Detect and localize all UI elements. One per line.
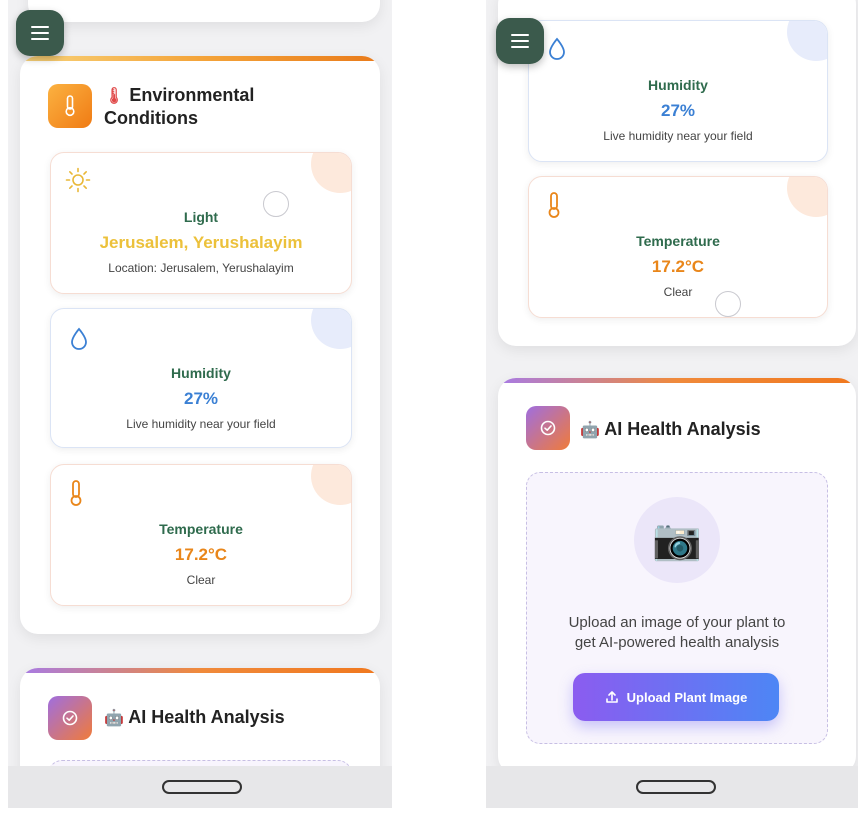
humidity-sub: Live humidity near your field bbox=[126, 417, 276, 431]
temperature-card: Temperature 17.2°C Clear bbox=[528, 176, 828, 318]
thermometer-icon bbox=[70, 480, 82, 506]
ai-tile bbox=[526, 406, 570, 450]
humidity-card: Humidity 27% Live humidity near your fie… bbox=[50, 308, 352, 448]
temperature-label: Temperature bbox=[159, 521, 243, 537]
upload-zone[interactable]: 📷 Upload an image of your plant to get A… bbox=[526, 472, 828, 744]
thermometer-icon bbox=[65, 95, 75, 117]
humidity-label: Humidity bbox=[171, 365, 231, 381]
panel-title-line1: Environmental bbox=[129, 85, 255, 105]
droplet-icon bbox=[71, 327, 87, 350]
temperature-value: 17.2°C bbox=[651, 257, 705, 276]
environmental-conditions-panel: 🌡 Environmental Conditions Light Jerusal… bbox=[20, 56, 380, 634]
home-indicator[interactable] bbox=[162, 780, 242, 794]
robot-emoji: 🤖 bbox=[580, 420, 600, 439]
light-sub: Location: Jerusalem, Yerushalayim bbox=[108, 261, 294, 275]
environmental-conditions-panel: Humidity 27% Live humidity near your fie… bbox=[498, 0, 856, 346]
temperature-sub: Clear bbox=[663, 285, 693, 299]
camera-circle: 📷 bbox=[634, 497, 720, 583]
menu-icon bbox=[511, 34, 529, 48]
card-corner-decoration bbox=[311, 465, 351, 505]
upload-plant-image-button[interactable]: Upload Plant Image bbox=[573, 673, 779, 721]
upload-text-line2: get AI-powered health analysis bbox=[574, 634, 780, 651]
card-corner-decoration bbox=[311, 309, 351, 349]
robot-emoji: 🤖 bbox=[104, 708, 124, 727]
temperature-value: 17.2°C bbox=[174, 545, 228, 564]
temperature-sub: Clear bbox=[186, 573, 216, 587]
humidity-label: Humidity bbox=[648, 77, 708, 93]
menu-button[interactable] bbox=[496, 18, 544, 64]
thermometer-icon bbox=[548, 192, 560, 218]
ai-panel-title-text: AI Health Analysis bbox=[128, 707, 285, 727]
humidity-sub: Live humidity near your field bbox=[603, 129, 753, 143]
right-phone-screen: Humidity 27% Live humidity near your fie… bbox=[486, 0, 858, 808]
ai-tile bbox=[48, 696, 92, 740]
menu-icon bbox=[31, 26, 49, 40]
upload-instructions: Upload an image of your plant to get AI-… bbox=[527, 613, 827, 653]
light-label: Light bbox=[183, 209, 219, 225]
previous-card-remnant bbox=[28, 0, 380, 22]
panel-accent-bar bbox=[20, 668, 380, 673]
light-card: Light Jerusalem, Yerushalayim Location: … bbox=[50, 152, 352, 294]
ripple-indicator bbox=[715, 291, 741, 317]
check-circle-icon bbox=[540, 420, 556, 436]
humidity-value: 27% bbox=[660, 101, 696, 120]
temperature-card: Temperature 17.2°C Clear bbox=[50, 464, 352, 606]
humidity-card: Humidity 27% Live humidity near your fie… bbox=[528, 20, 828, 162]
ai-panel-title: 🤖 AI Health Analysis bbox=[580, 418, 840, 441]
ai-health-panel: 🤖 AI Health Analysis 📷 Upload an image o… bbox=[498, 378, 856, 774]
menu-button[interactable] bbox=[16, 10, 64, 56]
panel-title: 🌡 Environmental Conditions bbox=[104, 84, 304, 130]
panel-accent-bar bbox=[20, 56, 380, 61]
left-phone-screen: 🌡 Environmental Conditions Light Jerusal… bbox=[8, 0, 392, 808]
temperature-label: Temperature bbox=[636, 233, 720, 249]
humidity-value: 27% bbox=[183, 389, 219, 408]
card-corner-decoration bbox=[311, 153, 351, 193]
ai-panel-title-text: AI Health Analysis bbox=[604, 419, 761, 439]
ai-panel-title: 🤖 AI Health Analysis bbox=[104, 706, 364, 729]
sun-icon bbox=[65, 167, 91, 193]
thermometer-tile bbox=[48, 84, 92, 128]
upload-icon bbox=[605, 691, 618, 703]
camera-icon: 📷 bbox=[652, 517, 702, 563]
panel-accent-bar bbox=[498, 378, 856, 383]
droplet-icon bbox=[549, 37, 565, 60]
card-corner-decoration bbox=[787, 21, 827, 61]
home-indicator[interactable] bbox=[636, 780, 716, 794]
check-circle-icon bbox=[62, 710, 78, 726]
card-corner-decoration bbox=[787, 177, 827, 217]
upload-button-label: Upload Plant Image bbox=[626, 689, 748, 705]
upload-text-line1: Upload an image of your plant to bbox=[568, 614, 786, 631]
system-nav-bar bbox=[8, 766, 392, 808]
thermometer-emoji: 🌡 bbox=[104, 86, 125, 105]
panel-title-line2: Conditions bbox=[104, 108, 198, 128]
system-nav-bar bbox=[486, 766, 858, 808]
light-value: Jerusalem, Yerushalayim bbox=[99, 233, 303, 252]
